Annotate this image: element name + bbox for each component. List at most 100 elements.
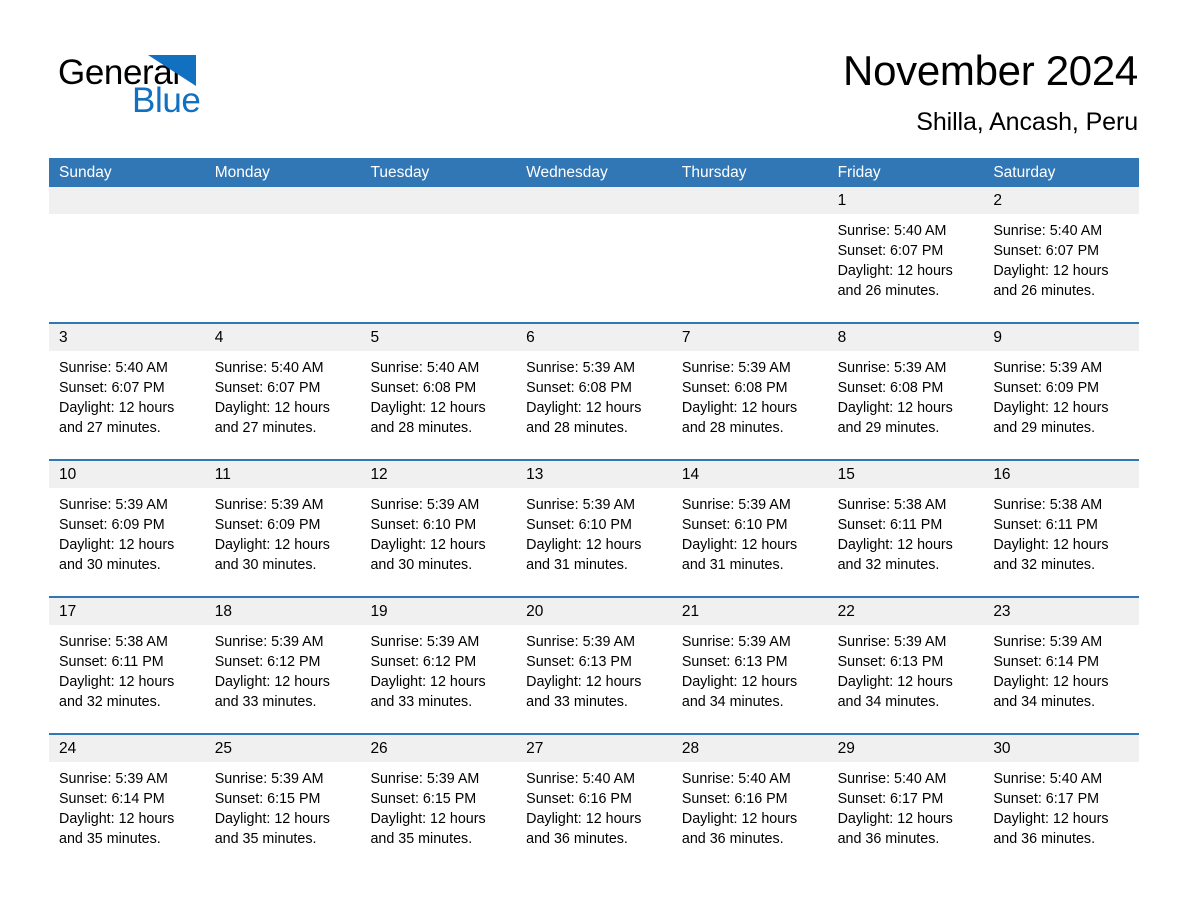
day-detail-line: Sunset: 6:17 PM — [837, 791, 944, 807]
day-detail-line: Sunset: 6:08 PM — [370, 380, 477, 396]
day-number-cell[interactable]: 27 — [516, 735, 672, 762]
day-detail-cell[interactable]: Sunrise: 5:39 AM Sunset: 6:09 PM Daylight:… — [204, 488, 361, 596]
day-number: 2 — [993, 192, 1002, 209]
day-detail-cell[interactable]: Sunrise: 5:39 AM Sunset: 6:09 PM Daylight:… — [49, 488, 205, 596]
day-number-cell[interactable]: 29 — [828, 735, 984, 762]
day-detail-cell[interactable]: Sunrise: 5:40 AM Sunset: 6:16 PM Daylight:… — [671, 762, 828, 870]
day-number-cell[interactable]: 14 — [672, 461, 828, 488]
day-number-cell[interactable]: 25 — [205, 735, 361, 762]
day-detail-cell[interactable]: Sunrise: 5:39 AM Sunset: 6:12 PM Daylight:… — [360, 625, 517, 733]
day-number-cell[interactable]: 2 — [983, 187, 1139, 214]
day-number-cell[interactable]: 17 — [49, 598, 205, 625]
weekday-header-monday: Monday — [214, 164, 270, 181]
day-number-cell[interactable]: 23 — [983, 598, 1139, 625]
day-number-cell[interactable]: 10 — [49, 461, 205, 488]
page-title: November 2024 — [843, 47, 1138, 94]
day-detail-cell-empty — [671, 214, 828, 322]
day-detail-line: Sunset: 6:07 PM — [837, 243, 944, 259]
day-detail-line: Daylight: 12 hours — [837, 674, 953, 690]
day-detail-line: Sunrise: 5:39 AM — [59, 771, 168, 787]
day-detail-line: and 34 minutes. — [837, 694, 940, 710]
day-number-cell[interactable]: 18 — [205, 598, 361, 625]
day-detail-cell[interactable]: Sunrise: 5:40 AM Sunset: 6:17 PM Daylight:… — [983, 762, 1140, 870]
day-detail-cell[interactable]: Sunrise: 5:39 AM Sunset: 6:13 PM Daylight:… — [516, 625, 672, 733]
day-detail-line: Sunrise: 5:40 AM — [993, 223, 1103, 239]
day-detail-cell[interactable]: Sunrise: 5:38 AM Sunset: 6:11 PM Daylight:… — [49, 625, 205, 733]
day-detail-cell[interactable]: Sunrise: 5:40 AM Sunset: 6:17 PM Daylight:… — [827, 762, 984, 870]
day-detail-cell[interactable]: Sunrise: 5:40 AM Sunset: 6:08 PM Daylight:… — [360, 351, 517, 459]
day-number-cell[interactable]: 8 — [828, 324, 984, 351]
day-number-cell[interactable]: 7 — [672, 324, 828, 351]
day-detail-cell[interactable]: Sunrise: 5:39 AM Sunset: 6:14 PM Daylight:… — [49, 762, 205, 870]
day-number: 1 — [837, 192, 847, 209]
day-detail-cell[interactable]: Sunrise: 5:39 AM Sunset: 6:10 PM Daylight:… — [671, 488, 828, 596]
day-number-band: 12 — [49, 187, 1139, 214]
day-detail-line: Daylight: 12 hours — [370, 811, 486, 827]
day-number-cell[interactable]: 3 — [49, 324, 205, 351]
day-number-cell-empty — [672, 187, 828, 214]
day-number-cell[interactable]: 12 — [360, 461, 516, 488]
day-detail-cell[interactable]: Sunrise: 5:39 AM Sunset: 6:13 PM Daylight:… — [671, 625, 828, 733]
day-detail-cell[interactable]: Sunrise: 5:39 AM Sunset: 6:10 PM Daylight:… — [516, 488, 672, 596]
day-number-cell[interactable]: 9 — [983, 324, 1139, 351]
day-number: 10 — [59, 466, 77, 483]
day-number-cell[interactable]: 28 — [672, 735, 828, 762]
day-number-cell[interactable]: 13 — [516, 461, 672, 488]
day-number: 29 — [837, 740, 855, 757]
day-number-cell[interactable]: 26 — [360, 735, 516, 762]
day-detail-cell[interactable]: Sunrise: 5:39 AM Sunset: 6:08 PM Daylight:… — [827, 351, 984, 459]
weekday-header-sunday: Sunday — [59, 164, 112, 181]
day-detail-line: and 36 minutes. — [526, 831, 628, 847]
day-number-cell[interactable]: 16 — [983, 461, 1139, 488]
day-detail-line: and 34 minutes. — [993, 694, 1096, 710]
day-detail-line: Sunset: 6:11 PM — [837, 517, 943, 533]
day-number-cell[interactable]: 11 — [205, 461, 361, 488]
day-detail-line: Daylight: 12 hours — [526, 400, 642, 416]
day-detail-cell[interactable]: Sunrise: 5:40 AM Sunset: 6:07 PM Daylight:… — [49, 351, 205, 459]
day-detail-cell[interactable]: Sunrise: 5:39 AM Sunset: 6:08 PM Daylight:… — [516, 351, 672, 459]
day-detail-line: Daylight: 12 hours — [837, 537, 953, 553]
day-number-cell[interactable]: 21 — [672, 598, 828, 625]
day-number-cell[interactable]: 19 — [360, 598, 516, 625]
day-detail-line: Sunrise: 5:39 AM — [993, 360, 1103, 376]
day-number: 8 — [837, 329, 847, 346]
day-detail-cell[interactable]: Sunrise: 5:39 AM Sunset: 6:13 PM Daylight:… — [827, 625, 984, 733]
day-detail-line: Daylight: 12 hours — [993, 811, 1109, 827]
day-detail-line: and 32 minutes. — [993, 557, 1096, 573]
weekday-header-thursday: Thursday — [681, 164, 747, 181]
day-detail-line: Daylight: 12 hours — [993, 537, 1109, 553]
day-detail-line: and 31 minutes. — [681, 557, 784, 573]
day-number-band: 10 11 12 13 14 15 16 — [49, 461, 1139, 488]
day-number-cell[interactable]: 20 — [516, 598, 672, 625]
day-detail-cell[interactable]: Sunrise: 5:39 AM Sunset: 6:10 PM Daylight:… — [360, 488, 517, 596]
day-detail-cell[interactable]: Sunrise: 5:39 AM Sunset: 6:15 PM Daylight:… — [360, 762, 517, 870]
day-detail-cell[interactable]: Sunrise: 5:40 AM Sunset: 6:07 PM Daylight:… — [204, 351, 361, 459]
day-number-cell[interactable]: 1 — [828, 187, 984, 214]
day-detail-line: Sunset: 6:15 PM — [214, 791, 321, 807]
day-detail-cell[interactable]: Sunrise: 5:39 AM Sunset: 6:12 PM Daylight:… — [204, 625, 361, 733]
day-detail-cell[interactable]: Sunrise: 5:39 AM Sunset: 6:09 PM Daylight:… — [983, 351, 1140, 459]
day-detail-line: Sunrise: 5:39 AM — [370, 634, 480, 650]
day-number-cell[interactable]: 15 — [828, 461, 984, 488]
day-detail-line: Daylight: 12 hours — [993, 263, 1109, 279]
day-detail-line: Daylight: 12 hours — [59, 811, 175, 827]
day-number-cell[interactable]: 22 — [828, 598, 984, 625]
day-body-row: Sunrise: 5:40 AM Sunset: 6:07 PM Daylight:… — [49, 351, 1140, 459]
calendar-week-row: 24 25 26 27 28 29 30 Sunrise: 5:39 AM Sunset: 6:… — [49, 733, 1140, 870]
day-number-cell[interactable]: 4 — [205, 324, 361, 351]
day-number-cell[interactable]: 30 — [983, 735, 1139, 762]
day-number-cell[interactable]: 24 — [49, 735, 205, 762]
day-detail-cell[interactable]: Sunrise: 5:39 AM Sunset: 6:08 PM Daylight:… — [671, 351, 828, 459]
day-detail-cell[interactable]: Sunrise: 5:40 AM Sunset: 6:07 PM Daylight:… — [827, 214, 984, 322]
day-number-cell[interactable]: 5 — [360, 324, 516, 351]
day-detail-cell[interactable]: Sunrise: 5:40 AM Sunset: 6:16 PM Daylight:… — [516, 762, 672, 870]
day-number-row: 17 18 19 20 21 22 23 — [49, 598, 1139, 625]
day-detail-cell[interactable]: Sunrise: 5:38 AM Sunset: 6:11 PM Daylight:… — [827, 488, 984, 596]
day-detail-cell[interactable]: Sunrise: 5:40 AM Sunset: 6:07 PM Daylight:… — [983, 214, 1140, 322]
day-detail-line: and 36 minutes. — [681, 831, 784, 847]
day-detail-line: and 28 minutes. — [370, 420, 473, 436]
day-detail-cell[interactable]: Sunrise: 5:39 AM Sunset: 6:15 PM Daylight:… — [204, 762, 361, 870]
day-detail-cell[interactable]: Sunrise: 5:39 AM Sunset: 6:14 PM Daylight:… — [983, 625, 1140, 733]
day-detail-cell[interactable]: Sunrise: 5:38 AM Sunset: 6:11 PM Daylight:… — [983, 488, 1140, 596]
day-number-cell[interactable]: 6 — [516, 324, 672, 351]
